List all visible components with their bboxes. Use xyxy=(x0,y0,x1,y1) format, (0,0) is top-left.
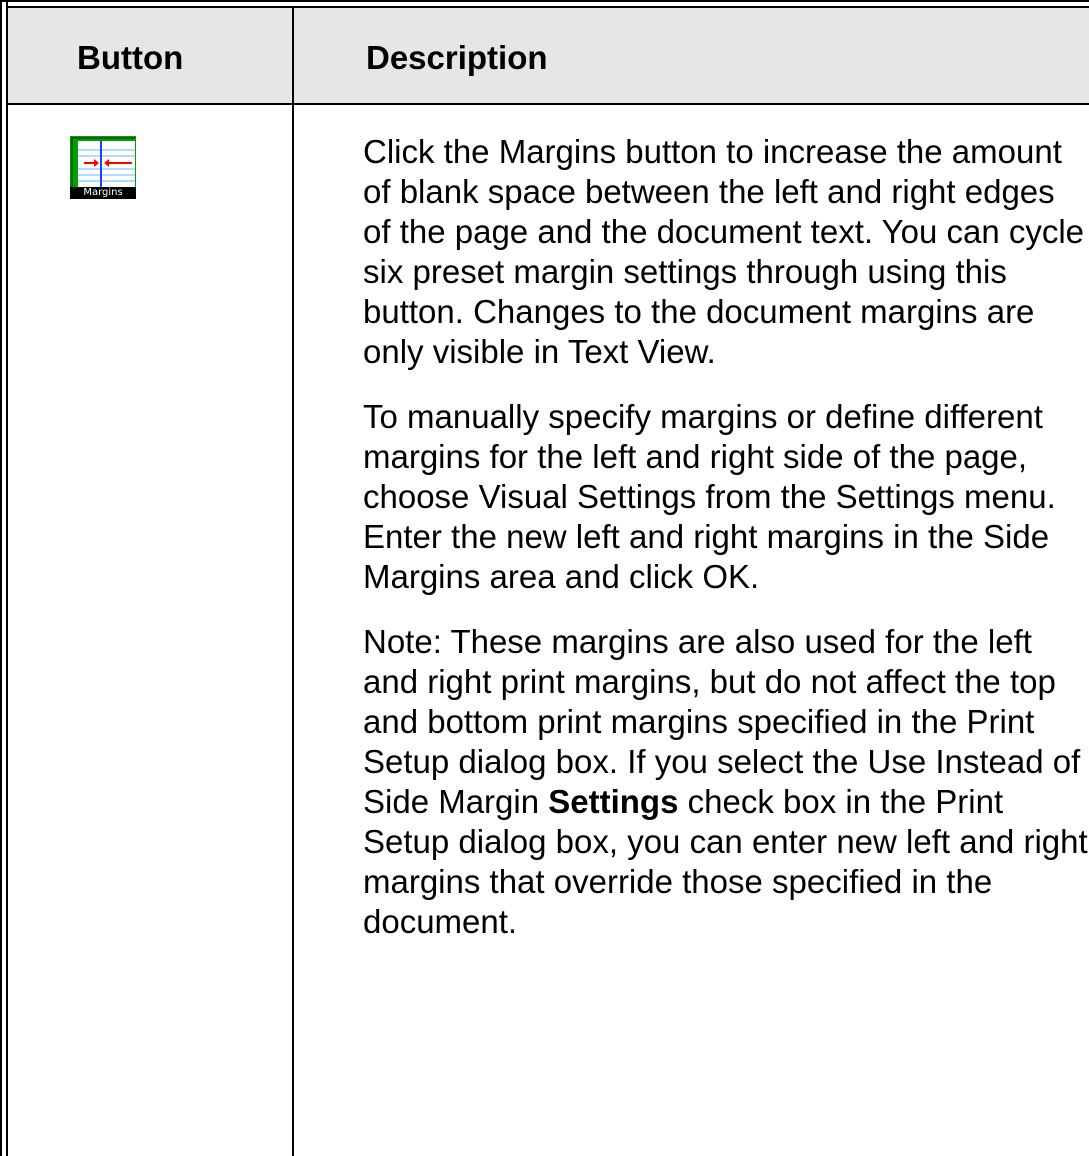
note-bold-settings: Settings xyxy=(548,783,679,820)
margins-icon-label: Margins xyxy=(83,187,123,198)
description-paragraph-2: To manually specify margins or define di… xyxy=(363,398,1056,595)
table-border-left-outer xyxy=(0,0,2,1156)
description-cell: Click the Margins button to increase the… xyxy=(363,132,1089,967)
table-column-divider xyxy=(292,8,294,1156)
header-button: Button xyxy=(77,39,184,76)
description-paragraph-3: Note: These margins are also used for th… xyxy=(363,622,1089,942)
button-description-table: Button Description Margins Click the Mar… xyxy=(0,0,1089,1156)
table-header-divider xyxy=(8,103,1089,105)
margins-icon: Margins xyxy=(70,136,136,199)
description-paragraph-1: Click the Margins button to increase the… xyxy=(363,133,1085,370)
header-description: Description xyxy=(366,39,548,76)
table-border-left-inner xyxy=(6,0,8,1156)
table-border-top-outer xyxy=(0,0,1089,2)
